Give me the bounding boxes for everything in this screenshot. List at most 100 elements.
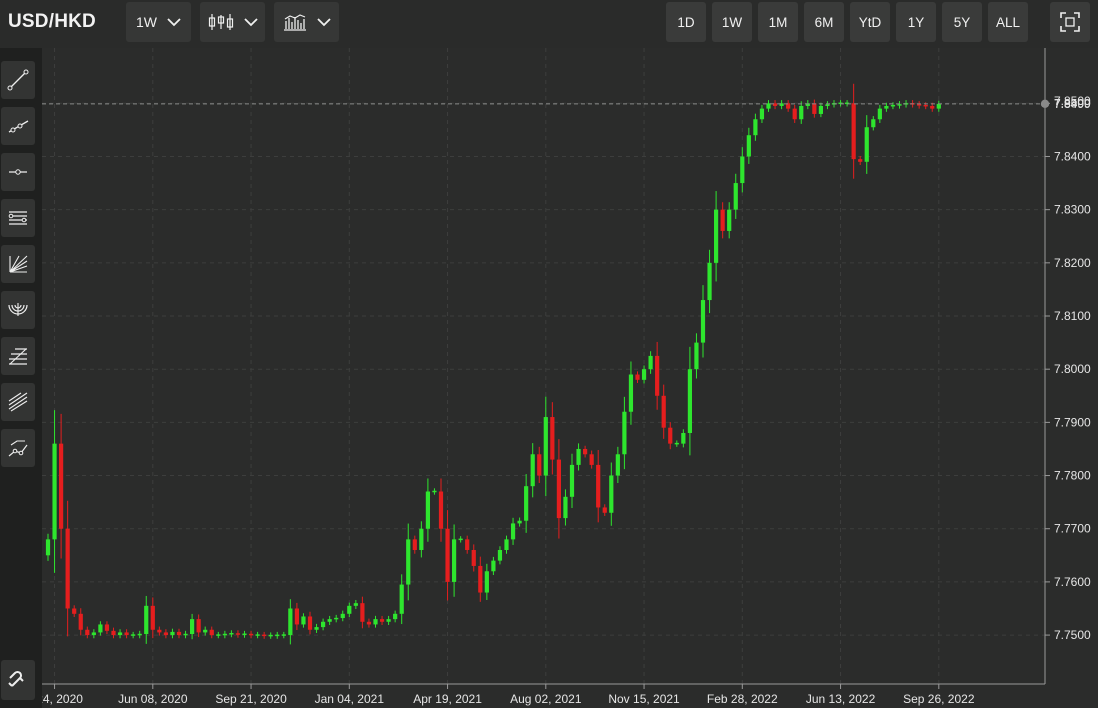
range-1m-button[interactable]: 1M (758, 2, 798, 42)
trend-line-tool[interactable] (1, 61, 35, 99)
last-price-overlap-label: 7.8500 (1054, 94, 1091, 108)
up-candle (884, 105, 889, 109)
down-candle (72, 608, 77, 614)
retracement-icon (9, 348, 27, 365)
horizontal-line-icon (9, 169, 27, 175)
up-candle (281, 634, 286, 636)
up-candle (45, 539, 51, 556)
candlestick-chart[interactable]: 7.7500 7.7600 7.7700 7.7800 7.7900 7.8000 7.81… (42, 48, 1098, 708)
x-tick-label: Feb 28, 2022 (707, 692, 778, 706)
up-candle (419, 528, 424, 550)
up-candle (183, 633, 188, 636)
y-tick-label: 7.7900 (1054, 415, 1091, 429)
range-6m-button[interactable]: 6M (804, 2, 844, 42)
x-tick-label: Jan 04, 2021 (315, 692, 385, 706)
up-candle (301, 616, 306, 625)
range-5y-button[interactable]: 5Y (942, 2, 982, 42)
pitchfork-tool[interactable] (1, 383, 35, 421)
up-candle (98, 624, 103, 633)
fib-retracement-tool[interactable] (1, 337, 35, 375)
down-candle (379, 619, 385, 622)
up-candle (563, 496, 568, 519)
interval-label: 1W (136, 14, 157, 30)
up-candle (746, 135, 751, 157)
up-candle (497, 549, 503, 561)
polyline-tool[interactable] (1, 429, 35, 467)
up-candle (347, 605, 352, 614)
x-tick-label: b 24, 2020 (42, 692, 83, 706)
down-candle (537, 454, 542, 476)
up-candle (681, 433, 686, 444)
down-candle (124, 632, 129, 636)
y-tick-label: 7.8400 (1054, 149, 1091, 163)
up-candle (609, 475, 614, 513)
down-candle (412, 539, 417, 550)
down-candle (556, 459, 561, 519)
up-candle (288, 608, 293, 636)
down-candle (59, 443, 64, 529)
up-candle (491, 560, 496, 572)
y-tick-label: 7.7500 (1054, 628, 1091, 642)
range-1y-button[interactable]: 1Y (896, 2, 936, 42)
up-candle (517, 520, 522, 524)
up-candle (373, 619, 378, 625)
up-candle (877, 108, 882, 120)
down-candle (196, 619, 201, 633)
down-candle (917, 104, 922, 106)
up-candle (576, 448, 581, 465)
fullscreen-button[interactable] (1050, 2, 1090, 42)
indicators-dropdown[interactable] (274, 2, 339, 42)
parallel-channel-tool[interactable] (1, 199, 35, 237)
up-candle (727, 209, 732, 231)
down-candle (858, 159, 863, 162)
horizontal-line-tool[interactable] (1, 153, 35, 191)
y-tick-label: 7.7800 (1054, 469, 1091, 483)
chart-area[interactable]: 7.7500 7.7600 7.7700 7.7800 7.7900 7.8000 7.81… (42, 48, 1098, 708)
ray-tool[interactable] (1, 107, 35, 145)
up-candle (327, 619, 332, 622)
arc-icon (8, 303, 28, 316)
up-candle (936, 103, 941, 109)
drawing-toolbar (0, 48, 42, 708)
last-price-marker (1040, 99, 1050, 109)
chevron-down-icon (316, 17, 331, 26)
down-candle (812, 103, 817, 114)
up-candle (818, 105, 823, 114)
up-candle (740, 156, 745, 184)
up-candle (190, 619, 195, 635)
symbol-title: USD/HKD (8, 11, 96, 32)
up-candle (543, 417, 548, 476)
fib-fan-tool[interactable] (1, 245, 35, 283)
range-1w-button[interactable]: 1W (712, 2, 752, 42)
up-candle (222, 633, 227, 636)
up-candle (897, 104, 902, 106)
magnet-tool[interactable] (1, 660, 35, 700)
interval-dropdown[interactable]: 1W (126, 2, 191, 42)
up-candle (52, 443, 57, 540)
down-candle (668, 427, 673, 444)
down-candle (661, 395, 666, 428)
range-1d-button[interactable]: 1D (666, 2, 706, 42)
x-tick-label: Nov 15, 2021 (608, 692, 680, 706)
y-tick-label: 7.8300 (1054, 203, 1091, 217)
up-candle (628, 374, 634, 412)
up-candle (530, 454, 535, 487)
down-candle (851, 103, 856, 160)
pitchfork-icon (8, 392, 28, 412)
range-all-button[interactable]: ALL (988, 2, 1028, 42)
down-candle (923, 104, 928, 107)
up-candle (733, 183, 738, 210)
down-candle (792, 108, 797, 120)
up-candle (753, 119, 758, 136)
up-candle (458, 538, 463, 541)
up-candle (353, 603, 358, 606)
y-tick-label: 7.8200 (1054, 256, 1091, 270)
up-candle (334, 617, 339, 620)
fib-arc-tool[interactable] (1, 291, 35, 329)
range-ytd-button[interactable]: YtD (850, 2, 890, 42)
chart-type-dropdown[interactable] (200, 2, 265, 42)
down-candle (550, 417, 555, 460)
down-candle (930, 105, 935, 109)
down-candle (78, 613, 83, 630)
down-candle (635, 374, 640, 380)
